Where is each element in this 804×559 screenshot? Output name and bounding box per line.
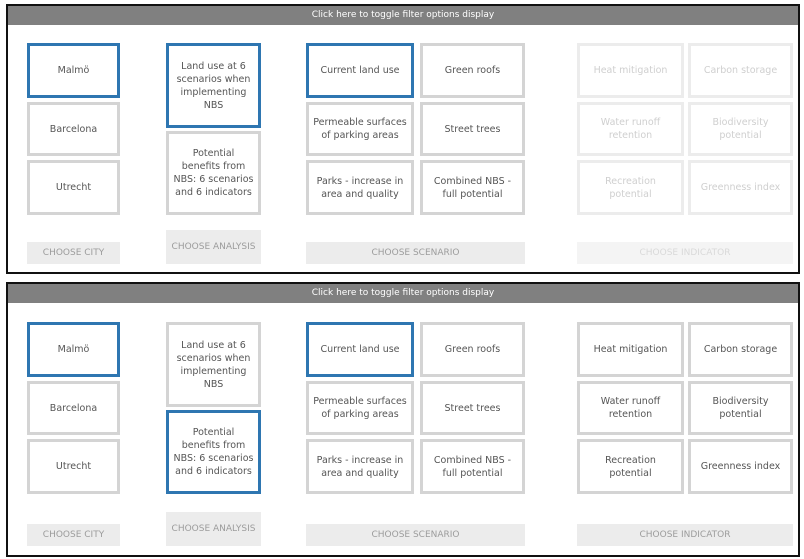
choose-analysis-button[interactable]: CHOOSE ANALYSIS bbox=[166, 230, 261, 264]
choose-scenario-button[interactable]: CHOOSE SCENARIO bbox=[306, 524, 525, 546]
indicator-water-runoff[interactable]: Water runoff retention bbox=[577, 381, 684, 435]
indicator-heat-mitigation[interactable]: Heat mitigation bbox=[577, 322, 684, 377]
indicator-biodiversity: Biodiversity potential bbox=[688, 102, 793, 156]
choose-indicator-button[interactable]: CHOOSE INDICATOR bbox=[577, 524, 793, 546]
choose-analysis-button[interactable]: CHOOSE ANALYSIS bbox=[166, 512, 261, 546]
choose-scenario-button[interactable]: CHOOSE SCENARIO bbox=[306, 242, 525, 264]
filter-panel-1: Click here to toggle filter options disp… bbox=[6, 4, 800, 274]
scenario-street-trees[interactable]: Street trees bbox=[420, 381, 525, 435]
indicator-carbon-storage: Carbon storage bbox=[688, 43, 793, 98]
analysis-potential-benefits[interactable]: Potential benefits from NBS: 6 scenarios… bbox=[166, 410, 261, 494]
scenario-permeable-parking[interactable]: Permeable surfaces of parking areas bbox=[306, 381, 414, 435]
indicator-recreation: Recreation potential bbox=[577, 160, 684, 215]
scenario-combined-nbs[interactable]: Combined NBS - full potential bbox=[420, 160, 525, 215]
scenario-permeable-parking[interactable]: Permeable surfaces of parking areas bbox=[306, 102, 414, 156]
scenario-current-land-use[interactable]: Current land use bbox=[306, 43, 414, 98]
scenario-street-trees[interactable]: Street trees bbox=[420, 102, 525, 156]
analysis-potential-benefits[interactable]: Potential benefits from NBS: 6 scenarios… bbox=[166, 131, 261, 215]
indicator-greenness: Greenness index bbox=[688, 160, 793, 215]
indicator-biodiversity[interactable]: Biodiversity potential bbox=[688, 381, 793, 435]
indicator-greenness[interactable]: Greenness index bbox=[688, 439, 793, 494]
choose-city-button[interactable]: CHOOSE CITY bbox=[27, 242, 120, 264]
indicator-heat-mitigation: Heat mitigation bbox=[577, 43, 684, 98]
scenario-parks[interactable]: Parks - increase in area and quality bbox=[306, 160, 414, 215]
scenario-combined-nbs[interactable]: Combined NBS - full potential bbox=[420, 439, 525, 494]
analysis-land-use[interactable]: Land use at 6 scenarios when implementin… bbox=[166, 43, 261, 128]
city-barcelona[interactable]: Barcelona bbox=[27, 381, 120, 435]
filter-panel-2: Click here to toggle filter options disp… bbox=[6, 282, 800, 557]
city-barcelona[interactable]: Barcelona bbox=[27, 102, 120, 156]
indicator-carbon-storage[interactable]: Carbon storage bbox=[688, 322, 793, 377]
city-utrecht[interactable]: Utrecht bbox=[27, 439, 120, 494]
indicator-water-runoff: Water runoff retention bbox=[577, 102, 684, 156]
choose-indicator-button: CHOOSE INDICATOR bbox=[577, 242, 793, 264]
filter-toggle-bar[interactable]: Click here to toggle filter options disp… bbox=[8, 284, 798, 303]
filter-toggle-bar[interactable]: Click here to toggle filter options disp… bbox=[8, 6, 798, 25]
scenario-parks[interactable]: Parks - increase in area and quality bbox=[306, 439, 414, 494]
choose-city-button[interactable]: CHOOSE CITY bbox=[27, 524, 120, 546]
city-malmo[interactable]: Malmö bbox=[27, 322, 120, 377]
scenario-green-roofs[interactable]: Green roofs bbox=[420, 322, 525, 377]
city-utrecht[interactable]: Utrecht bbox=[27, 160, 120, 215]
city-malmo[interactable]: Malmö bbox=[27, 43, 120, 98]
scenario-current-land-use[interactable]: Current land use bbox=[306, 322, 414, 377]
analysis-land-use[interactable]: Land use at 6 scenarios when implementin… bbox=[166, 322, 261, 407]
indicator-recreation[interactable]: Recreation potential bbox=[577, 439, 684, 494]
scenario-green-roofs[interactable]: Green roofs bbox=[420, 43, 525, 98]
